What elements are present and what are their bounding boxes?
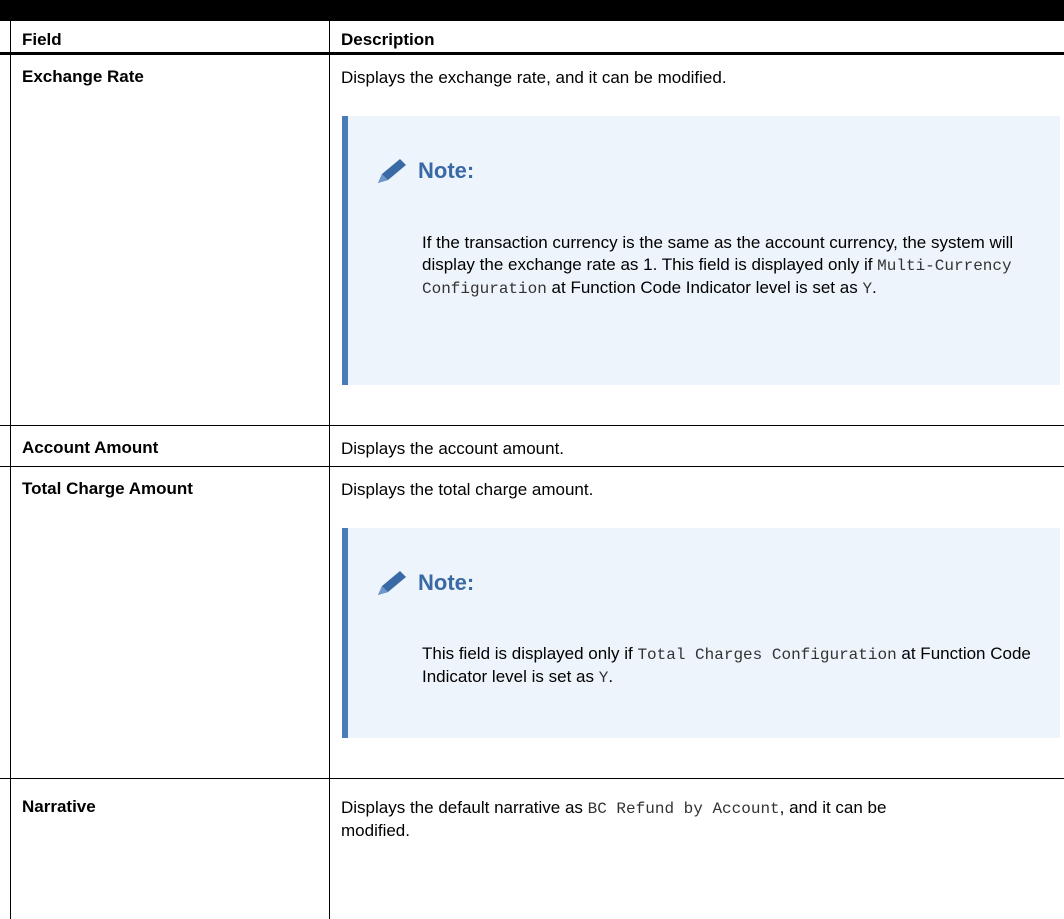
field-description: Displays the default narrative as BC Ref… <box>330 779 944 919</box>
note-box: Note: If the transaction currency is the… <box>342 116 1060 385</box>
note-header: Note: <box>374 156 474 186</box>
text-segment: Displays the default narrative as <box>341 798 588 817</box>
field-name: Account Amount <box>10 426 330 466</box>
header-field: Field <box>10 21 330 52</box>
text-segment: . <box>872 278 877 297</box>
field-name-text: Exchange Rate <box>22 67 144 86</box>
description-text: Displays the total charge amount. <box>341 480 594 499</box>
top-border-bar <box>0 0 1064 21</box>
table-row: Total Charge Amount Displays the total c… <box>0 467 1064 779</box>
table-row: Exchange Rate Displays the exchange rate… <box>0 55 1064 426</box>
header-description: Description <box>341 30 435 49</box>
text-segment: at Function Code Indicator level is set … <box>546 278 863 297</box>
field-name-text: Narrative <box>22 797 96 816</box>
code-text: Y <box>862 280 873 298</box>
note-body: This field is displayed only if Total Ch… <box>422 643 1044 689</box>
text-segment: This field is displayed only if <box>422 644 638 663</box>
field-description: Displays the total charge amount. Note: … <box>330 467 1064 778</box>
field-name: Total Charge Amount <box>10 467 330 778</box>
note-header: Note: <box>374 568 474 598</box>
table-header-row: Field Description <box>0 21 1064 55</box>
field-description: Displays the account amount. <box>330 426 1064 466</box>
table-row: Narrative Displays the default narrative… <box>0 779 1064 919</box>
code-text: Y <box>598 669 609 687</box>
code-text: BC Refund by Account <box>587 800 780 818</box>
note-box: Note: This field is displayed only if To… <box>342 528 1060 738</box>
description-text: Displays the account amount. <box>341 439 565 458</box>
note-body: If the transaction currency is the same … <box>422 232 1044 300</box>
description-text: Displays the exchange rate, and it can b… <box>341 68 727 87</box>
pencil-icon <box>378 571 406 595</box>
field-name-text: Account Amount <box>22 438 159 457</box>
note-title: Note: <box>418 158 475 183</box>
field-name: Narrative <box>10 779 330 919</box>
field-description: Displays the exchange rate, and it can b… <box>330 55 1064 425</box>
field-name: Exchange Rate <box>10 55 330 425</box>
description-text: Displays the default narrative as BC Ref… <box>341 797 934 842</box>
code-text: Total Charges Configuration <box>637 646 897 664</box>
note-title: Note: <box>418 570 475 595</box>
text-segment: . <box>608 667 614 686</box>
table-row: Account Amount Displays the account amou… <box>0 426 1064 467</box>
field-description-table: Field Description Exchange Rate Displays… <box>0 21 1064 919</box>
field-name-text: Total Charge Amount <box>22 479 193 498</box>
pencil-icon <box>378 159 406 183</box>
